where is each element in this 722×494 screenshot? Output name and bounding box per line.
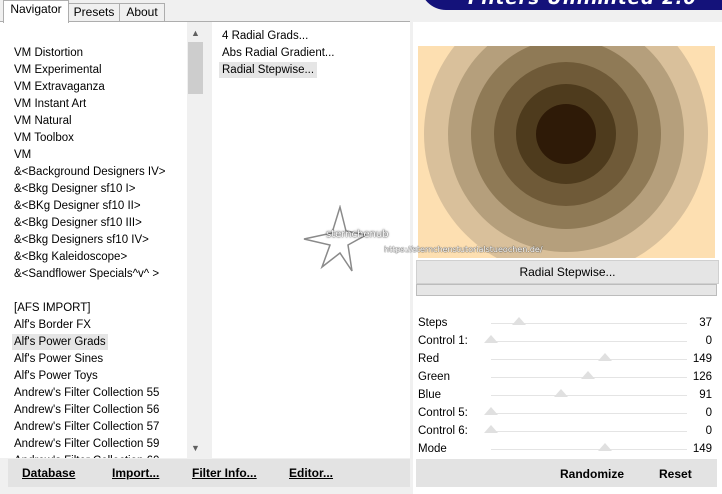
database-button[interactable]: Database	[22, 465, 75, 481]
category-item[interactable]: &<Sandflower Specials^v^ >	[14, 266, 159, 282]
parameter-row: Steps 37	[416, 314, 717, 332]
scroll-thumb[interactable]	[188, 42, 203, 94]
filter-item[interactable]: 4 Radial Grads...	[222, 28, 308, 44]
category-item[interactable]: VM Natural	[14, 113, 72, 129]
slider-thumb-icon[interactable]	[484, 407, 498, 415]
parameter-value: 149	[692, 443, 712, 455]
category-item[interactable]: VM Instant Art	[14, 96, 86, 112]
category-item[interactable]: [AFS IMPORT]	[14, 300, 90, 316]
parameter-label: Red	[418, 353, 440, 365]
parameter-slider[interactable]	[491, 413, 687, 414]
category-item[interactable]: Andrew's Filter Collection 57	[14, 419, 159, 435]
category-item[interactable]: VM Toolbox	[14, 130, 74, 146]
category-item[interactable]: &<Bkg Designers sf10 IV>	[14, 232, 149, 248]
parameter-slider[interactable]	[491, 341, 687, 342]
category-item[interactable]: VM Extravaganza	[14, 79, 105, 95]
parameter-value: 0	[705, 407, 712, 419]
parameter-row: Mode 149	[416, 440, 717, 458]
parameter-label: Control 6:	[418, 425, 468, 437]
parameter-row: Red 149	[416, 350, 717, 368]
progress-bar	[416, 284, 717, 296]
parameter-slider[interactable]	[491, 449, 687, 450]
category-item[interactable]: VM Distortion	[14, 45, 83, 61]
slider-thumb-icon[interactable]	[553, 389, 568, 397]
filter-info-button[interactable]: Filter Info...	[192, 465, 257, 481]
parameter-label: Control 5:	[418, 407, 468, 419]
parameter-value: 91	[699, 389, 712, 401]
slider-thumb-icon[interactable]	[512, 317, 527, 325]
parameter-label: Mode	[418, 443, 447, 455]
category-item[interactable]: &<Bkg Designer sf10 I>	[14, 181, 135, 197]
parameter-value: 126	[692, 371, 712, 383]
category-item[interactable]: &<Bkg Designer sf10 III>	[14, 215, 142, 231]
tab-about[interactable]: About	[119, 3, 165, 22]
app-banner: Filters Unlimited 2.0	[420, 0, 722, 10]
randomize-button[interactable]: Randomize	[560, 466, 624, 482]
filter-name-button[interactable]: Radial Stepwise...	[416, 260, 719, 284]
parameter-row: Blue 91	[416, 386, 717, 404]
preview-background	[418, 46, 715, 258]
tab-presets[interactable]: Presets	[67, 3, 121, 22]
editor-button[interactable]: Editor...	[289, 465, 333, 481]
tab-navigator[interactable]: Navigator	[3, 0, 69, 23]
parameter-value: 149	[692, 353, 712, 365]
slider-thumb-icon[interactable]	[580, 371, 595, 379]
category-item[interactable]: Alf's Power Toys	[14, 368, 98, 384]
filter-list[interactable]: 4 Radial Grads... Abs Radial Gradient... R…	[212, 22, 410, 458]
filter-item[interactable]: Radial Stepwise...	[219, 62, 318, 78]
banner-title: Filters Unlimited 2.0	[468, 0, 697, 9]
bottom-button-strip: Database Import... Filter Info... Editor…	[8, 459, 410, 487]
right-button-strip: Randomize Reset	[416, 459, 717, 487]
category-item[interactable]: Alf's Power Grads	[12, 334, 108, 350]
slider-thumb-icon[interactable]	[598, 443, 613, 451]
category-item[interactable]: &<Bkg Kaleidoscope>	[14, 249, 127, 265]
category-item[interactable]: Andrew's Filter Collection 60	[14, 453, 159, 458]
filter-item[interactable]: Abs Radial Gradient...	[222, 45, 335, 61]
preview-ring	[536, 104, 596, 164]
category-item[interactable]: VM Experimental	[14, 62, 102, 78]
category-item[interactable]: &<BKg Designer sf10 II>	[14, 198, 141, 214]
import-button[interactable]: Import...	[112, 465, 159, 481]
parameter-row: Control 1: 0	[416, 332, 717, 350]
reset-button[interactable]: Reset	[659, 466, 692, 482]
category-item[interactable]: &<Background Designers IV>	[14, 164, 166, 180]
category-item[interactable]: Andrew's Filter Collection 56	[14, 402, 159, 418]
category-item[interactable]: Andrew's Filter Collection 59	[14, 436, 159, 452]
parameter-row: Control 6: 0	[416, 422, 717, 440]
parameter-row: Green 126	[416, 368, 717, 386]
category-scrollbar[interactable]: ▲ ▼	[187, 22, 204, 458]
parameter-value: 0	[705, 335, 712, 347]
category-list[interactable]: VM Distortion VM Experimental VM Extravaga…	[0, 22, 186, 458]
parameter-label: Control 1:	[418, 335, 468, 347]
parameter-slider[interactable]	[491, 431, 687, 432]
scroll-down-icon[interactable]: ▼	[187, 440, 204, 457]
parameter-list: Steps 37 Control 1: 0 Red 149 Green 126 Blue 91 Co…	[416, 314, 717, 460]
preview-pane: Radial Stepwise... Steps 37 Control 1: 0 Red…	[413, 22, 722, 494]
parameter-value: 0	[705, 425, 712, 437]
parameter-label: Green	[418, 371, 450, 383]
parameter-slider[interactable]	[491, 395, 687, 396]
category-item[interactable]: VM	[14, 147, 31, 163]
category-list-pane: VM Distortion VM Experimental VM Extravaga…	[0, 22, 204, 458]
slider-thumb-icon[interactable]	[598, 353, 613, 361]
slider-thumb-icon[interactable]	[484, 425, 498, 433]
parameter-label: Blue	[418, 389, 442, 401]
parameter-slider[interactable]	[491, 359, 687, 360]
category-item[interactable]: Andrew's Filter Collection 55	[14, 385, 159, 401]
preview-image	[418, 46, 715, 258]
category-item[interactable]: Alf's Border FX	[14, 317, 91, 333]
category-item[interactable]: Alf's Power Sines	[14, 351, 103, 367]
parameter-row: Control 5: 0	[416, 404, 717, 422]
scroll-up-icon[interactable]: ▲	[187, 25, 204, 42]
parameter-label: Steps	[418, 317, 448, 329]
slider-thumb-icon[interactable]	[484, 335, 498, 343]
parameter-value: 37	[699, 317, 712, 329]
